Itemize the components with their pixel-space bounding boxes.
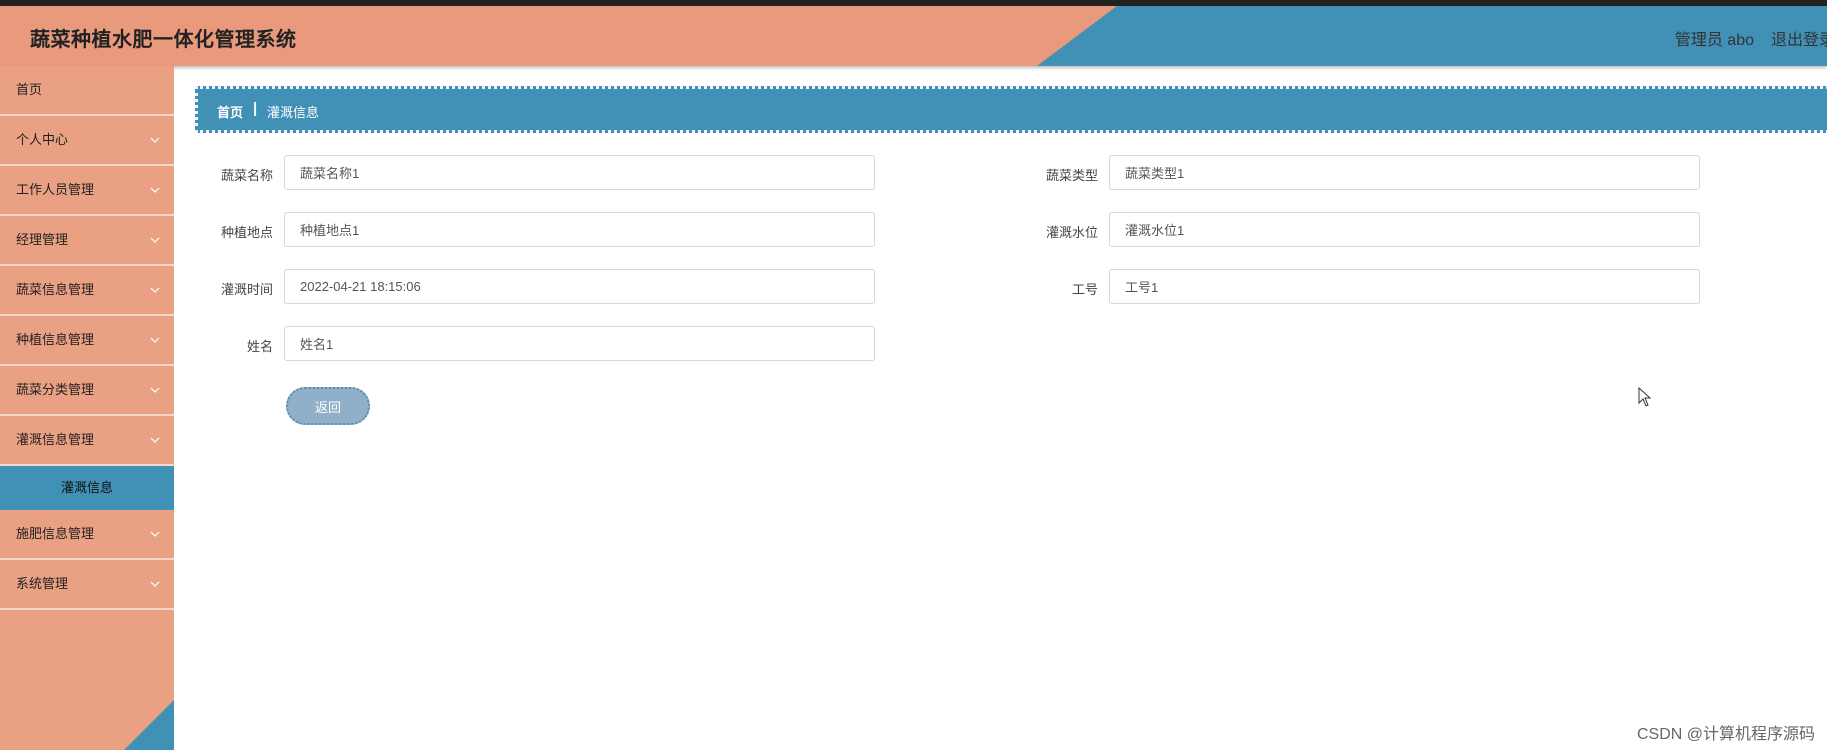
chevron-down-icon [148, 133, 162, 147]
sidebar-item-label: 首页 [16, 82, 43, 97]
vegetable-name-field[interactable] [284, 155, 875, 190]
sidebar-item-label: 系统管理 [16, 576, 69, 591]
planting-location-label: 种植地点 [220, 225, 273, 240]
sidebar-item-label: 种植信息管理 [16, 332, 95, 347]
vegetable-type-field[interactable] [1109, 155, 1700, 190]
sidebar-item-label: 灌溉信息管理 [16, 432, 95, 447]
planting-location-field[interactable] [284, 212, 875, 247]
mouse-cursor-icon [1638, 386, 1652, 412]
sidebar-item-vegetable-category[interactable]: 蔬菜分类管理 [0, 366, 174, 416]
sidebar-item-fertilization[interactable]: 施肥信息管理 [0, 510, 174, 560]
sidebar: 首页 个人中心 工作人员管理 经理管理 蔬菜信息管理 种植信息管理 蔬菜分类管理… [0, 66, 174, 750]
sidebar-item-planting-info[interactable]: 种植信息管理 [0, 316, 174, 366]
employee-id-field[interactable] [1109, 269, 1700, 304]
chevron-down-icon [148, 183, 162, 197]
irrigation-time-field[interactable] [284, 269, 875, 304]
back-button[interactable]: 返回 [286, 387, 370, 425]
app-header: 蔬菜种植水肥一体化管理系统 管理员 abo 退出登录 [0, 6, 1827, 66]
sidebar-item-vegetable-info[interactable]: 蔬菜信息管理 [0, 266, 174, 316]
sidebar-subitem-irrigation-info[interactable]: 灌溉信息 [0, 466, 174, 510]
chevron-down-icon [148, 283, 162, 297]
chevron-down-icon [148, 383, 162, 397]
breadcrumb-separator: | [253, 100, 258, 117]
name-label: 姓名 [246, 339, 273, 354]
sidebar-item-system[interactable]: 系统管理 [0, 560, 174, 610]
name-field[interactable] [284, 326, 875, 361]
sidebar-item-label: 施肥信息管理 [16, 526, 95, 541]
user-info: 管理员 abo [1674, 32, 1754, 49]
sidebar-item-label: 个人中心 [16, 132, 69, 147]
breadcrumb-home[interactable]: 首页 [217, 102, 243, 121]
sidebar-item-manager[interactable]: 经理管理 [0, 216, 174, 266]
irrigation-water-level-label: 灌溉水位 [1045, 225, 1098, 240]
chevron-down-icon [148, 333, 162, 347]
irrigation-water-level-field[interactable] [1109, 212, 1700, 247]
sidebar-item-label: 工作人员管理 [16, 182, 95, 197]
breadcrumb: 首页 | 灌溉信息 [195, 86, 1827, 133]
app-title: 蔬菜种植水肥一体化管理系统 [30, 29, 297, 51]
sidebar-item-irrigation[interactable]: 灌溉信息管理 [0, 416, 174, 466]
watermark: CSDN @计算机程序源码 [1636, 726, 1815, 743]
chevron-down-icon [148, 527, 162, 541]
sidebar-item-label: 蔬菜分类管理 [16, 382, 95, 397]
sidebar-item-personal-center[interactable]: 个人中心 [0, 116, 174, 166]
vegetable-name-label: 蔬菜名称 [220, 168, 273, 183]
logout-link[interactable]: 退出登录 [1771, 26, 1827, 50]
chevron-down-icon [148, 433, 162, 447]
sidebar-item-label: 蔬菜信息管理 [16, 282, 95, 297]
vegetable-type-label: 蔬菜类型 [1045, 168, 1098, 183]
breadcrumb-current: 灌溉信息 [267, 105, 320, 120]
irrigation-time-label: 灌溉时间 [220, 282, 273, 297]
sidebar-item-label: 经理管理 [16, 232, 69, 247]
chevron-down-icon [148, 577, 162, 591]
sidebar-item-home[interactable]: 首页 [0, 66, 174, 116]
chevron-down-icon [148, 233, 162, 247]
employee-id-label: 工号 [1071, 282, 1098, 297]
sidebar-item-staff[interactable]: 工作人员管理 [0, 166, 174, 216]
sidebar-corner-decoration [124, 700, 174, 750]
